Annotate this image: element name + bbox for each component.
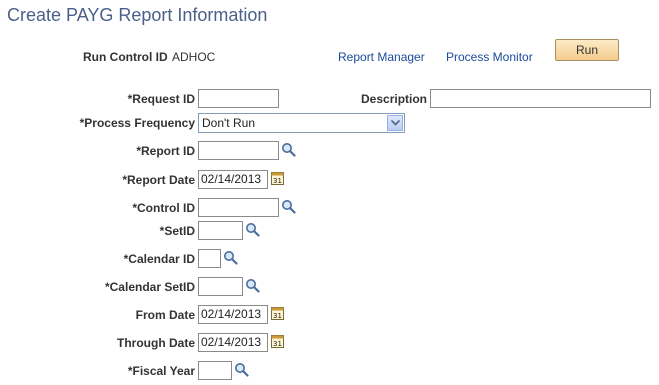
magnifier-icon[interactable] — [281, 199, 296, 214]
magnifier-icon[interactable] — [234, 362, 249, 377]
calendar-id-input[interactable] — [198, 249, 221, 268]
magnifier-icon[interactable] — [281, 142, 296, 157]
svg-text:31: 31 — [273, 177, 282, 185]
report-id-label: *Report ID — [136, 144, 195, 158]
calendar-icon[interactable]: 31 — [271, 334, 284, 348]
fiscal-year-label: *Fiscal Year — [127, 364, 195, 378]
control-id-label: *Control ID — [132, 201, 195, 215]
chevron-down-icon[interactable] — [387, 115, 403, 131]
control-id-input[interactable] — [198, 198, 279, 217]
run-control-value: ADHOC — [172, 50, 216, 64]
calendar-setid-input[interactable] — [198, 277, 243, 296]
from-date-input[interactable]: 02/14/2013 — [198, 305, 268, 324]
setid-input[interactable] — [198, 221, 243, 240]
from-date-label: From Date — [135, 308, 195, 322]
setid-label: *SetID — [159, 224, 195, 238]
report-date-input[interactable]: 02/14/2013 — [198, 170, 268, 189]
calendar-icon[interactable]: 31 — [271, 171, 284, 185]
description-input[interactable] — [430, 89, 651, 108]
process-frequency-label: *Process Frequency — [79, 116, 195, 130]
svg-text:31: 31 — [273, 312, 282, 320]
fiscal-year-input[interactable] — [198, 361, 232, 380]
magnifier-icon[interactable] — [245, 222, 260, 237]
process-frequency-value: Don't Run — [202, 116, 255, 130]
page-title: Create PAYG Report Information — [7, 5, 268, 25]
through-date-label: Through Date — [117, 336, 195, 350]
run-control-label: Run Control ID — [83, 50, 168, 64]
process-monitor-link[interactable]: Process Monitor — [446, 50, 533, 64]
magnifier-icon[interactable] — [223, 250, 238, 265]
report-manager-link[interactable]: Report Manager — [338, 50, 425, 64]
through-date-input[interactable]: 02/14/2013 — [198, 333, 268, 352]
report-id-input[interactable] — [198, 141, 279, 160]
request-id-label: *Request ID — [127, 92, 195, 106]
report-date-label: *Report Date — [122, 173, 195, 187]
run-button[interactable]: Run — [555, 39, 619, 61]
description-label: Description — [361, 92, 428, 106]
calendar-setid-label: *Calendar SetID — [104, 280, 195, 294]
svg-text:31: 31 — [273, 340, 282, 348]
request-id-input[interactable] — [198, 89, 279, 108]
process-frequency-select[interactable]: Don't Run — [198, 113, 405, 133]
calendar-icon[interactable]: 31 — [271, 306, 284, 320]
magnifier-icon[interactable] — [245, 278, 260, 293]
calendar-id-label: *Calendar ID — [123, 252, 195, 266]
